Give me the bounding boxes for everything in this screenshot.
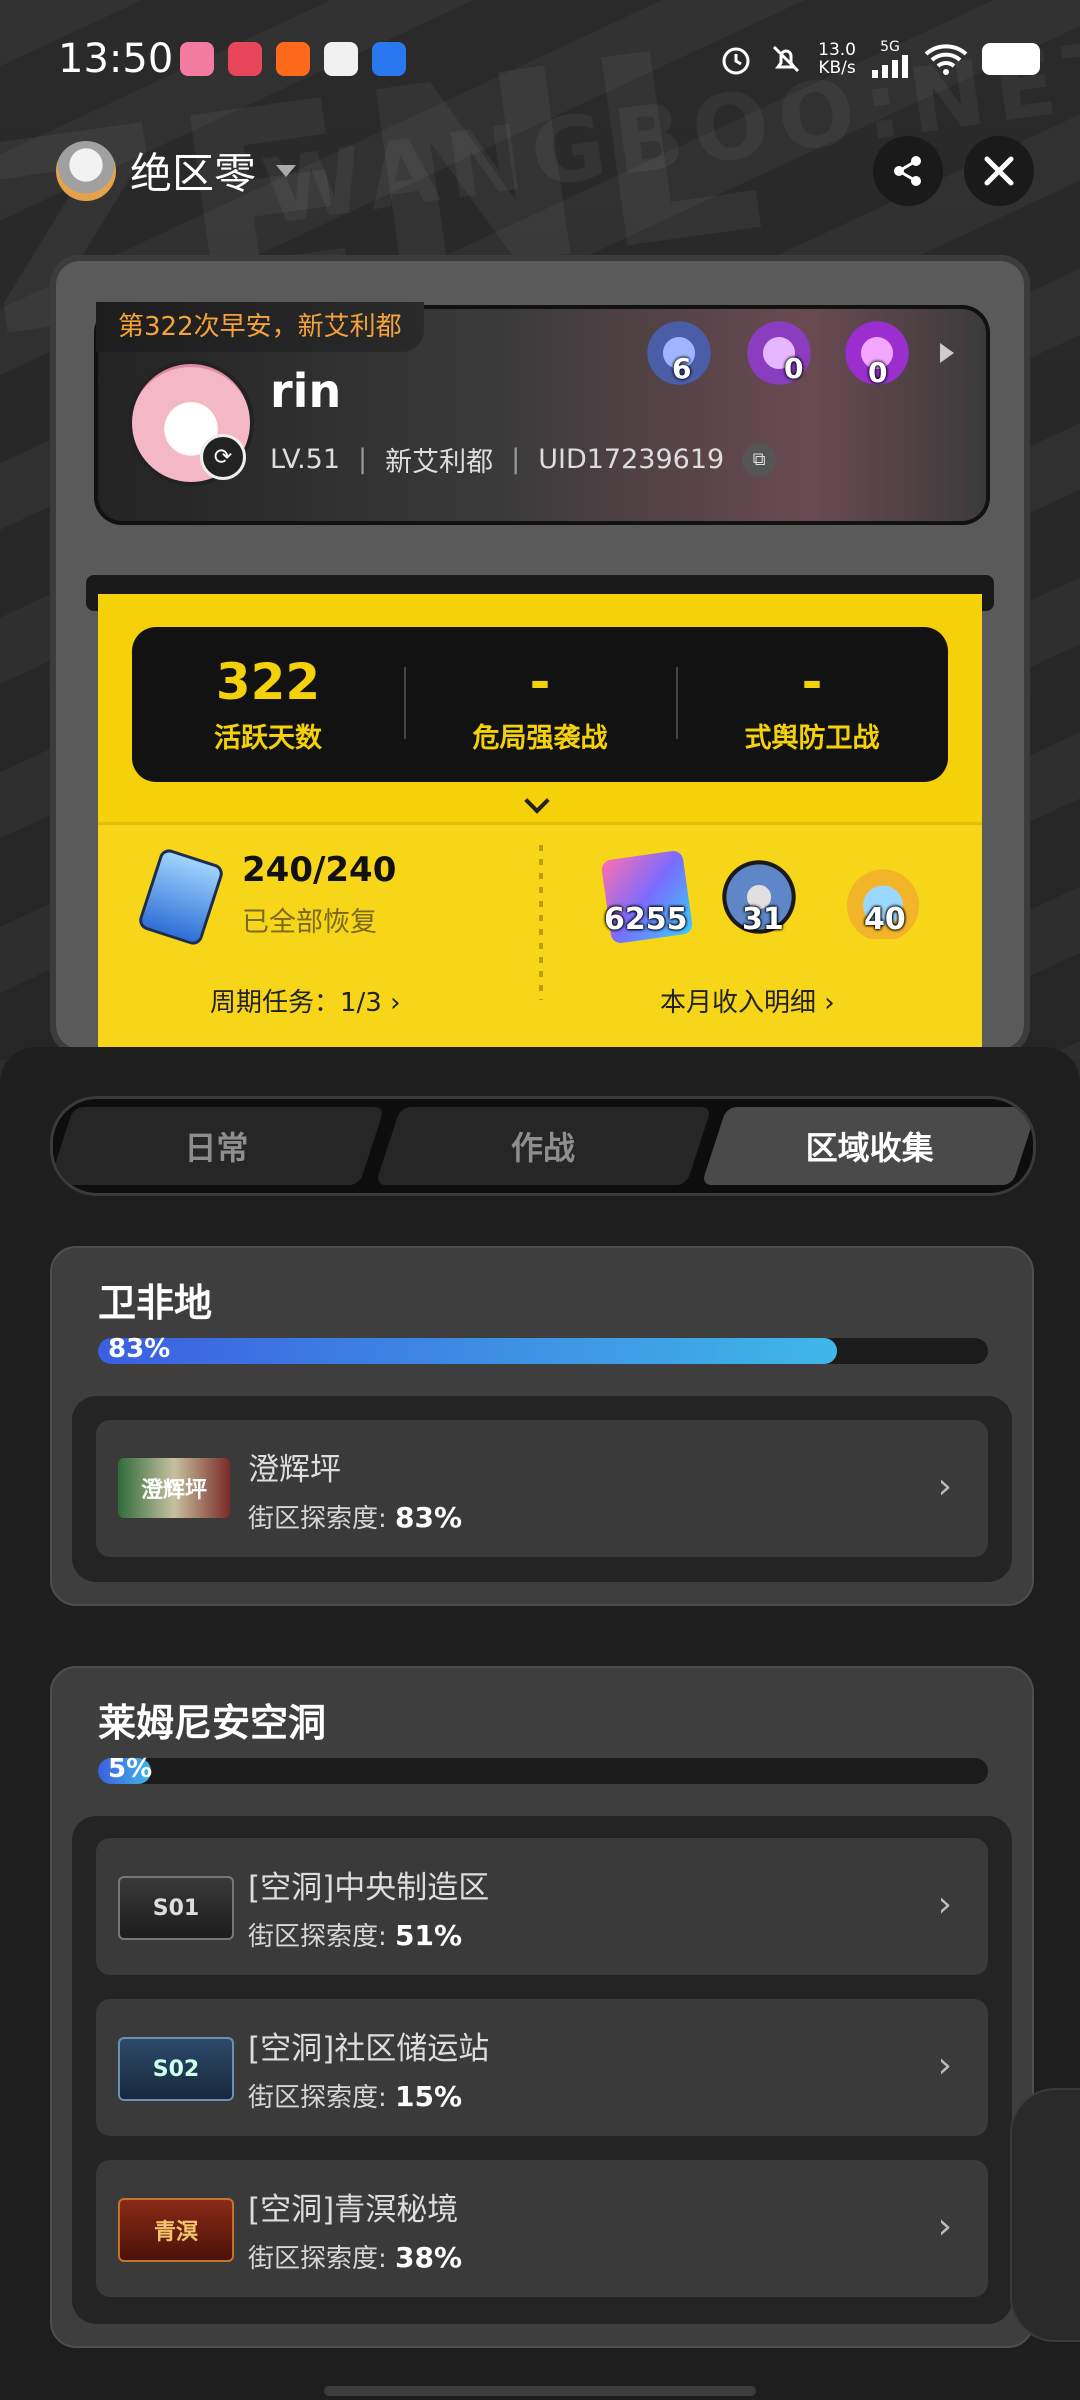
tab-combat[interactable]: 作战 <box>375 1099 712 1193</box>
progress-label: 83% <box>108 1334 171 1364</box>
tab-bar: 日常 作战 区域收集 <box>50 1096 1036 1196</box>
home-indicator <box>324 2386 756 2396</box>
status-bar: 13:50 13.0 KB/s 5G <box>0 0 1080 120</box>
mute-icon <box>773 45 800 73</box>
progress-fill <box>98 1338 837 1364</box>
chevron-right-icon[interactable] <box>940 343 954 363</box>
cell-signal: 5G <box>870 40 910 78</box>
energy-value: 240/240 <box>242 850 397 890</box>
weekly-tasks-link[interactable]: 周期任务：1/3 › <box>210 982 401 1019</box>
area-name: [空洞]中央制造区 <box>248 1870 490 1906</box>
tab-region-collection[interactable]: 区域收集 <box>701 1099 1033 1193</box>
reel-count: 31 <box>742 902 784 937</box>
close-icon <box>984 156 1014 186</box>
username: rin <box>270 364 342 418</box>
area-progress: 街区探索度: 15% <box>248 2080 463 2113</box>
region-card: 卫非地 83% 澄辉坪 澄辉坪 街区探索度: 83% › <box>50 1246 1034 1606</box>
status-time: 13:50 <box>58 36 174 82</box>
signal-icon <box>872 55 908 78</box>
chevron-down-icon <box>276 164 297 177</box>
share-icon <box>894 156 921 186</box>
close-button[interactable] <box>964 136 1034 206</box>
switch-avatar-icon[interactable]: ⟳ <box>200 434 246 480</box>
divider: | <box>511 444 521 475</box>
game-avatar <box>56 140 116 201</box>
greeting-banner: 第322次早安，新艾利都 <box>96 302 424 352</box>
uid: UID17239619 <box>538 444 725 475</box>
list-item[interactable]: 澄辉坪 澄辉坪 街区探索度: 83% › <box>96 1420 988 1557</box>
divider <box>539 845 543 1000</box>
chevron-right-icon: › <box>937 1466 952 1507</box>
crown-badge-icon[interactable] <box>742 316 816 390</box>
area-icon: S01 <box>118 1876 234 1940</box>
region-title: 莱姆尼安空洞 <box>98 1701 327 1745</box>
stats-box: 322 活跃天数 - 危局强袭战 - 式舆防卫战 <box>132 627 948 782</box>
floating-assistant-button[interactable] <box>1010 2088 1080 2342</box>
area-name: [空洞]社区储运站 <box>248 2031 490 2067</box>
network-speed: 13.0 KB/s <box>818 40 856 78</box>
energy-status: 已全部恢复 <box>242 907 377 938</box>
region-title: 卫非地 <box>98 1281 213 1325</box>
area-name: [空洞]青溟秘境 <box>248 2192 459 2228</box>
area-progress: 街区探索度: 38% <box>248 2241 463 2274</box>
copy-icon[interactable]: ⧉ <box>742 442 777 477</box>
area-progress: 街区探索度: 83% <box>248 1501 463 1534</box>
progress-label: 5% <box>108 1754 153 1784</box>
purple-badge-count: 0 <box>868 356 888 389</box>
share-button[interactable] <box>873 136 943 206</box>
rank-badge-count: 6 <box>672 352 692 385</box>
app-notification-icon <box>228 42 262 76</box>
area-icon: S02 <box>118 2037 234 2101</box>
region-card: 莱姆尼安空洞 5% S01 [空洞]中央制造区 街区探索度: 51% › S02… <box>50 1666 1034 2348</box>
stat-crisis-assault: - 危局强袭战 <box>404 627 676 782</box>
stat-active-days: 322 活跃天数 <box>214 653 322 754</box>
region-progress-bar: 83% <box>98 1334 988 1364</box>
wifi-icon <box>924 44 968 75</box>
battery-icon <box>982 43 1040 75</box>
app-notification-icon <box>276 42 310 76</box>
area-list: 澄辉坪 澄辉坪 街区探索度: 83% › <box>72 1396 1012 1582</box>
chevron-right-icon: › <box>937 1884 952 1925</box>
app-notification-icon <box>372 42 406 76</box>
trophy-count: 40 <box>864 902 906 937</box>
user-info: LV.51 | 新艾利都 | UID17239619 ⧉ <box>270 440 777 479</box>
list-item[interactable]: S01 [空洞]中央制造区 街区探索度: 51% › <box>96 1838 988 1975</box>
bilibili-icon <box>180 42 214 76</box>
divider: | <box>358 444 368 475</box>
level: LV.51 <box>270 444 341 475</box>
status-right: 13.0 KB/s 5G <box>718 40 1040 78</box>
area-name: 澄辉坪 <box>248 1452 341 1488</box>
monthly-income-link[interactable]: 本月收入明细 › <box>660 982 835 1019</box>
app-title: 绝区零 <box>130 149 257 198</box>
alarm-icon <box>722 47 750 75</box>
crown-badge-count: 0 <box>784 352 804 385</box>
list-item[interactable]: 青溟 [空洞]青溟秘境 街区探索度: 38% › <box>96 2160 988 2297</box>
server-name: 新艾利都 <box>385 447 494 478</box>
area-icon: 澄辉坪 <box>118 1458 230 1518</box>
chevron-right-icon: › <box>937 2045 952 2086</box>
stat-shiyu-defense: - 式舆防卫战 <box>676 627 948 782</box>
area-icon: 青溟 <box>118 2198 234 2262</box>
chevron-right-icon: › <box>937 2206 952 2247</box>
notification-icons <box>180 42 406 76</box>
app-notification-icon <box>324 42 358 76</box>
list-item[interactable]: S02 [空洞]社区储运站 街区探索度: 15% › <box>96 1999 988 2136</box>
tab-daily[interactable]: 日常 <box>53 1099 385 1193</box>
area-progress: 街区探索度: 51% <box>248 1919 463 1952</box>
region-progress-bar: 5% <box>98 1754 988 1784</box>
area-list: S01 [空洞]中央制造区 街区探索度: 51% › S02 [空洞]社区储运站… <box>72 1816 1012 2324</box>
game-switcher[interactable]: 绝区零 <box>56 140 297 201</box>
film-count: 6255 <box>604 902 688 937</box>
